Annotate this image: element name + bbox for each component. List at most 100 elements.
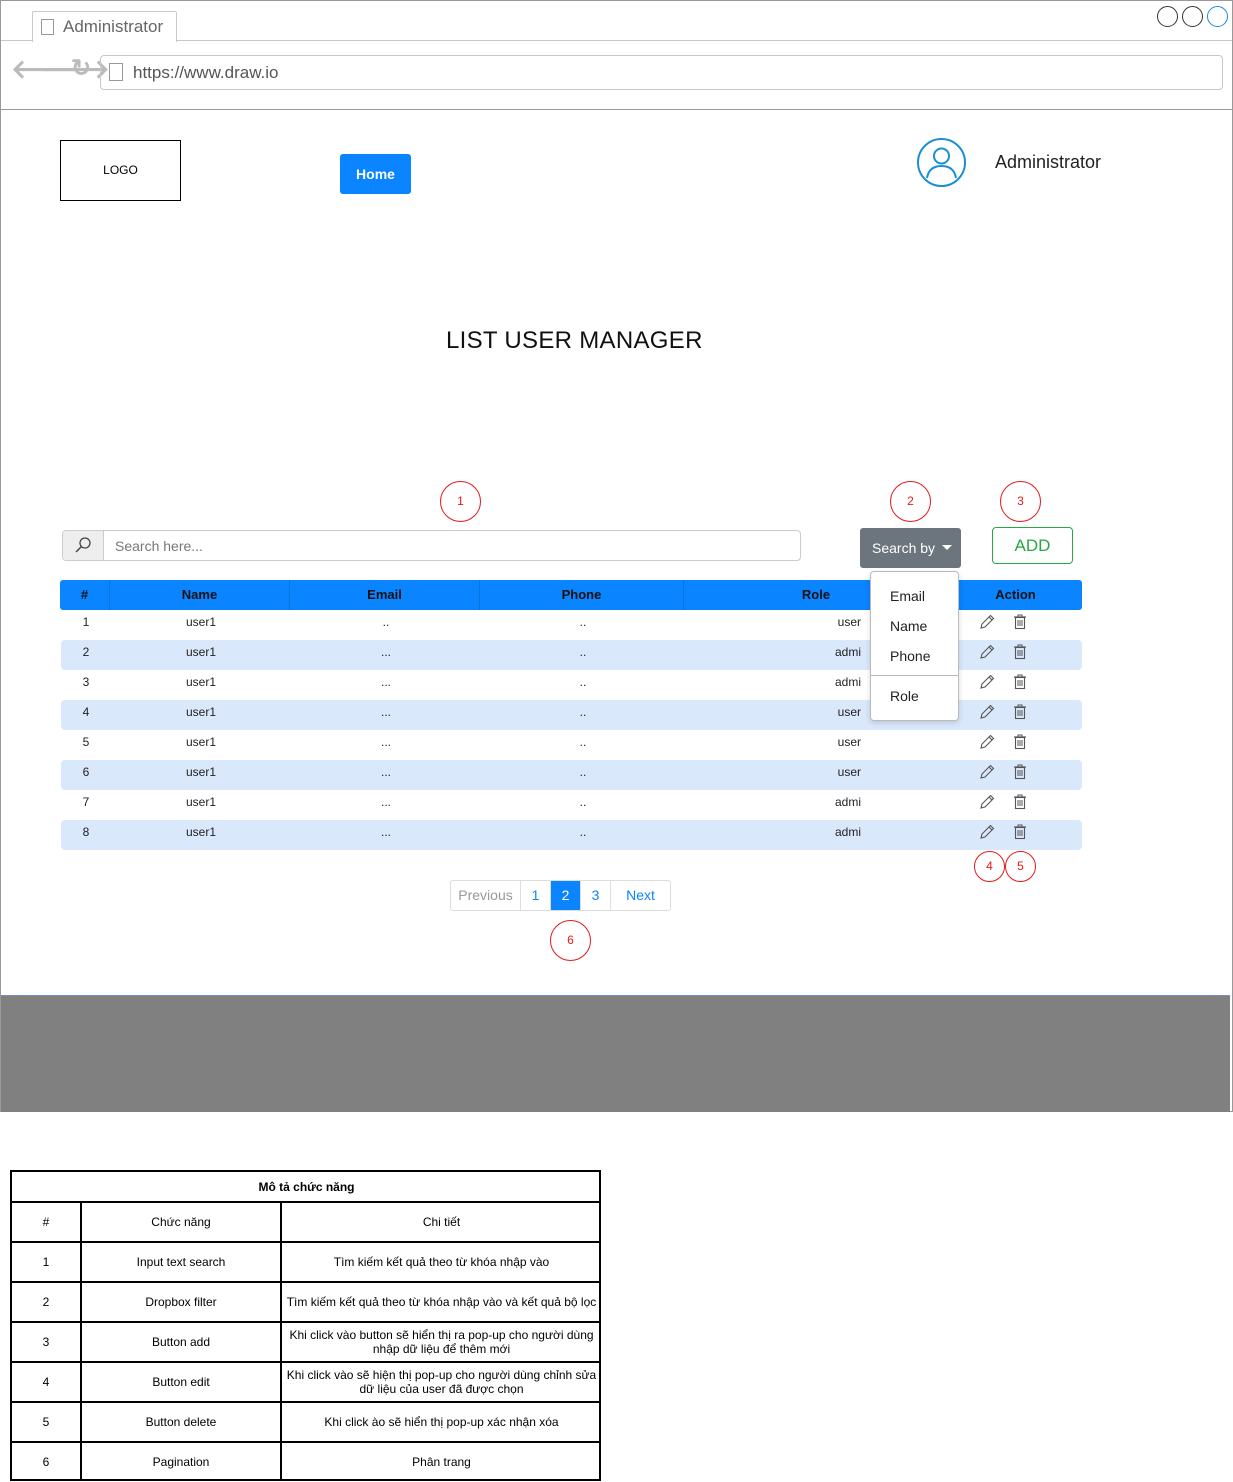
cell-role: user xyxy=(837,615,861,629)
edit-icon[interactable] xyxy=(978,733,996,751)
cell-email: ... xyxy=(380,705,391,719)
description-feature: Button delete xyxy=(82,1403,282,1443)
edit-icon[interactable] xyxy=(978,763,996,781)
description-detail: Khi click vào sẽ hiện thị pop-up cho ngư… xyxy=(282,1363,601,1403)
add-button[interactable]: ADD xyxy=(992,527,1073,564)
description-feature: Input text search xyxy=(82,1243,282,1283)
cell-num: 7 xyxy=(82,795,90,809)
cell-phone: .. xyxy=(579,675,587,689)
cell-email: ... xyxy=(380,795,391,809)
cell-phone: .. xyxy=(579,645,587,659)
minimize-button[interactable] xyxy=(1157,6,1178,27)
cell-role: admi xyxy=(834,825,861,839)
footer xyxy=(1,995,1230,1112)
pagination-page-2[interactable]: 2 xyxy=(551,881,581,910)
tab-bar: Administrator xyxy=(1,1,1232,42)
menu-item-phone[interactable]: Phone xyxy=(890,648,930,664)
description-detail: Phân trang xyxy=(412,1455,471,1469)
description-num: 6 xyxy=(12,1443,82,1481)
tab-title: Administrator xyxy=(63,17,164,36)
cell-role: admi xyxy=(834,645,861,659)
description-table: Mô tả chức năng # Chức năng Chi tiết 1 In… xyxy=(10,1170,601,1481)
delete-icon[interactable] xyxy=(1011,703,1029,721)
cell-email: ... xyxy=(380,675,391,689)
description-detail: Khi click ào sẽ hiển thị pop-up xác nhận… xyxy=(282,1403,601,1443)
cell-email: .. xyxy=(382,615,390,629)
cell-email: ... xyxy=(380,825,391,839)
pagination-next[interactable]: Next xyxy=(611,881,670,910)
maximize-button[interactable] xyxy=(1182,6,1203,27)
cell-phone: .. xyxy=(579,825,587,839)
description-detail: Tìm kiếm kết quả theo từ khóa nhập vào v… xyxy=(282,1283,601,1323)
cell-email: ... xyxy=(380,765,391,779)
pagination-page-1[interactable]: 1 xyxy=(521,881,551,910)
description-num: 2 xyxy=(12,1283,82,1323)
cell-phone: .. xyxy=(579,735,587,749)
pagination-page-3[interactable]: 3 xyxy=(581,881,611,910)
delete-icon[interactable] xyxy=(1011,733,1029,751)
user-avatar-icon[interactable] xyxy=(916,137,967,188)
header-email: Email xyxy=(290,580,480,610)
edit-icon[interactable] xyxy=(978,823,996,841)
menu-item-name[interactable]: Name xyxy=(890,618,927,634)
close-button[interactable] xyxy=(1207,6,1228,27)
delete-icon[interactable] xyxy=(1011,793,1029,811)
edit-icon[interactable] xyxy=(978,643,996,661)
header-phone: Phone xyxy=(480,580,684,610)
search-by-dropdown-button[interactable]: Search by xyxy=(860,528,961,568)
reload-icon[interactable]: ↻ xyxy=(71,56,91,82)
search-icon[interactable] xyxy=(63,531,104,560)
search-input[interactable] xyxy=(104,531,800,560)
header-action: Action xyxy=(995,587,1036,602)
url-field[interactable]: https://www.draw.io xyxy=(100,55,1223,90)
table-row: 5 user1..... user xyxy=(61,730,1082,760)
description-feature: Button add xyxy=(82,1323,282,1363)
delete-icon[interactable] xyxy=(1011,613,1029,631)
annotation-marker-6: 6 xyxy=(550,920,591,961)
cell-phone: .. xyxy=(579,705,587,719)
edit-icon[interactable] xyxy=(978,793,996,811)
cell-role: user xyxy=(837,765,861,779)
menu-item-role[interactable]: Role xyxy=(890,688,919,704)
table-row: 6 user1..... user xyxy=(61,760,1082,790)
description-num: 3 xyxy=(12,1323,82,1363)
header-name: Name xyxy=(110,580,290,610)
delete-icon[interactable] xyxy=(1011,823,1029,841)
search-by-label: Search by xyxy=(872,540,936,556)
pagination-previous[interactable]: Previous xyxy=(451,881,521,910)
description-header-feature: Chức năng xyxy=(82,1203,282,1243)
edit-icon[interactable] xyxy=(978,673,996,691)
description-header-detail: Chi tiết xyxy=(282,1203,601,1243)
caret-down-icon xyxy=(942,545,952,550)
description-detail: Khi click vào button sẽ hiển thị ra pop-… xyxy=(282,1323,601,1363)
cell-num: 4 xyxy=(82,705,90,719)
home-button[interactable]: Home xyxy=(340,154,411,194)
cell-role: admi xyxy=(834,795,861,809)
cell-role: user xyxy=(837,735,861,749)
description-num: 5 xyxy=(12,1403,82,1443)
page-icon xyxy=(109,63,123,81)
cell-phone: .. xyxy=(579,765,587,779)
page-icon xyxy=(41,19,54,35)
menu-divider xyxy=(871,675,958,676)
cell-num: 8 xyxy=(82,825,90,839)
table-row: 7 user1..... admi xyxy=(61,790,1082,820)
description-detail: Tìm kiếm kết quả theo từ khóa nhập vào xyxy=(282,1243,601,1283)
cell-name: user1 xyxy=(185,615,217,629)
delete-icon[interactable] xyxy=(1011,643,1029,661)
cell-role: admi xyxy=(834,675,861,689)
delete-icon[interactable] xyxy=(1011,763,1029,781)
cell-phone: .. xyxy=(579,795,587,809)
browser-tab[interactable]: Administrator xyxy=(32,11,177,42)
annotation-marker-1: 1 xyxy=(440,481,481,522)
edit-icon[interactable] xyxy=(978,613,996,631)
cell-num: 2 xyxy=(82,645,90,659)
header-num: # xyxy=(60,580,110,610)
pagination: Previous 1 2 3 Next xyxy=(450,880,671,911)
description-header-num: # xyxy=(12,1203,82,1243)
url-text: https://www.draw.io xyxy=(133,63,279,82)
cell-name: user1 xyxy=(185,675,217,689)
menu-item-email[interactable]: Email xyxy=(890,588,925,604)
delete-icon[interactable] xyxy=(1011,673,1029,691)
edit-icon[interactable] xyxy=(978,703,996,721)
